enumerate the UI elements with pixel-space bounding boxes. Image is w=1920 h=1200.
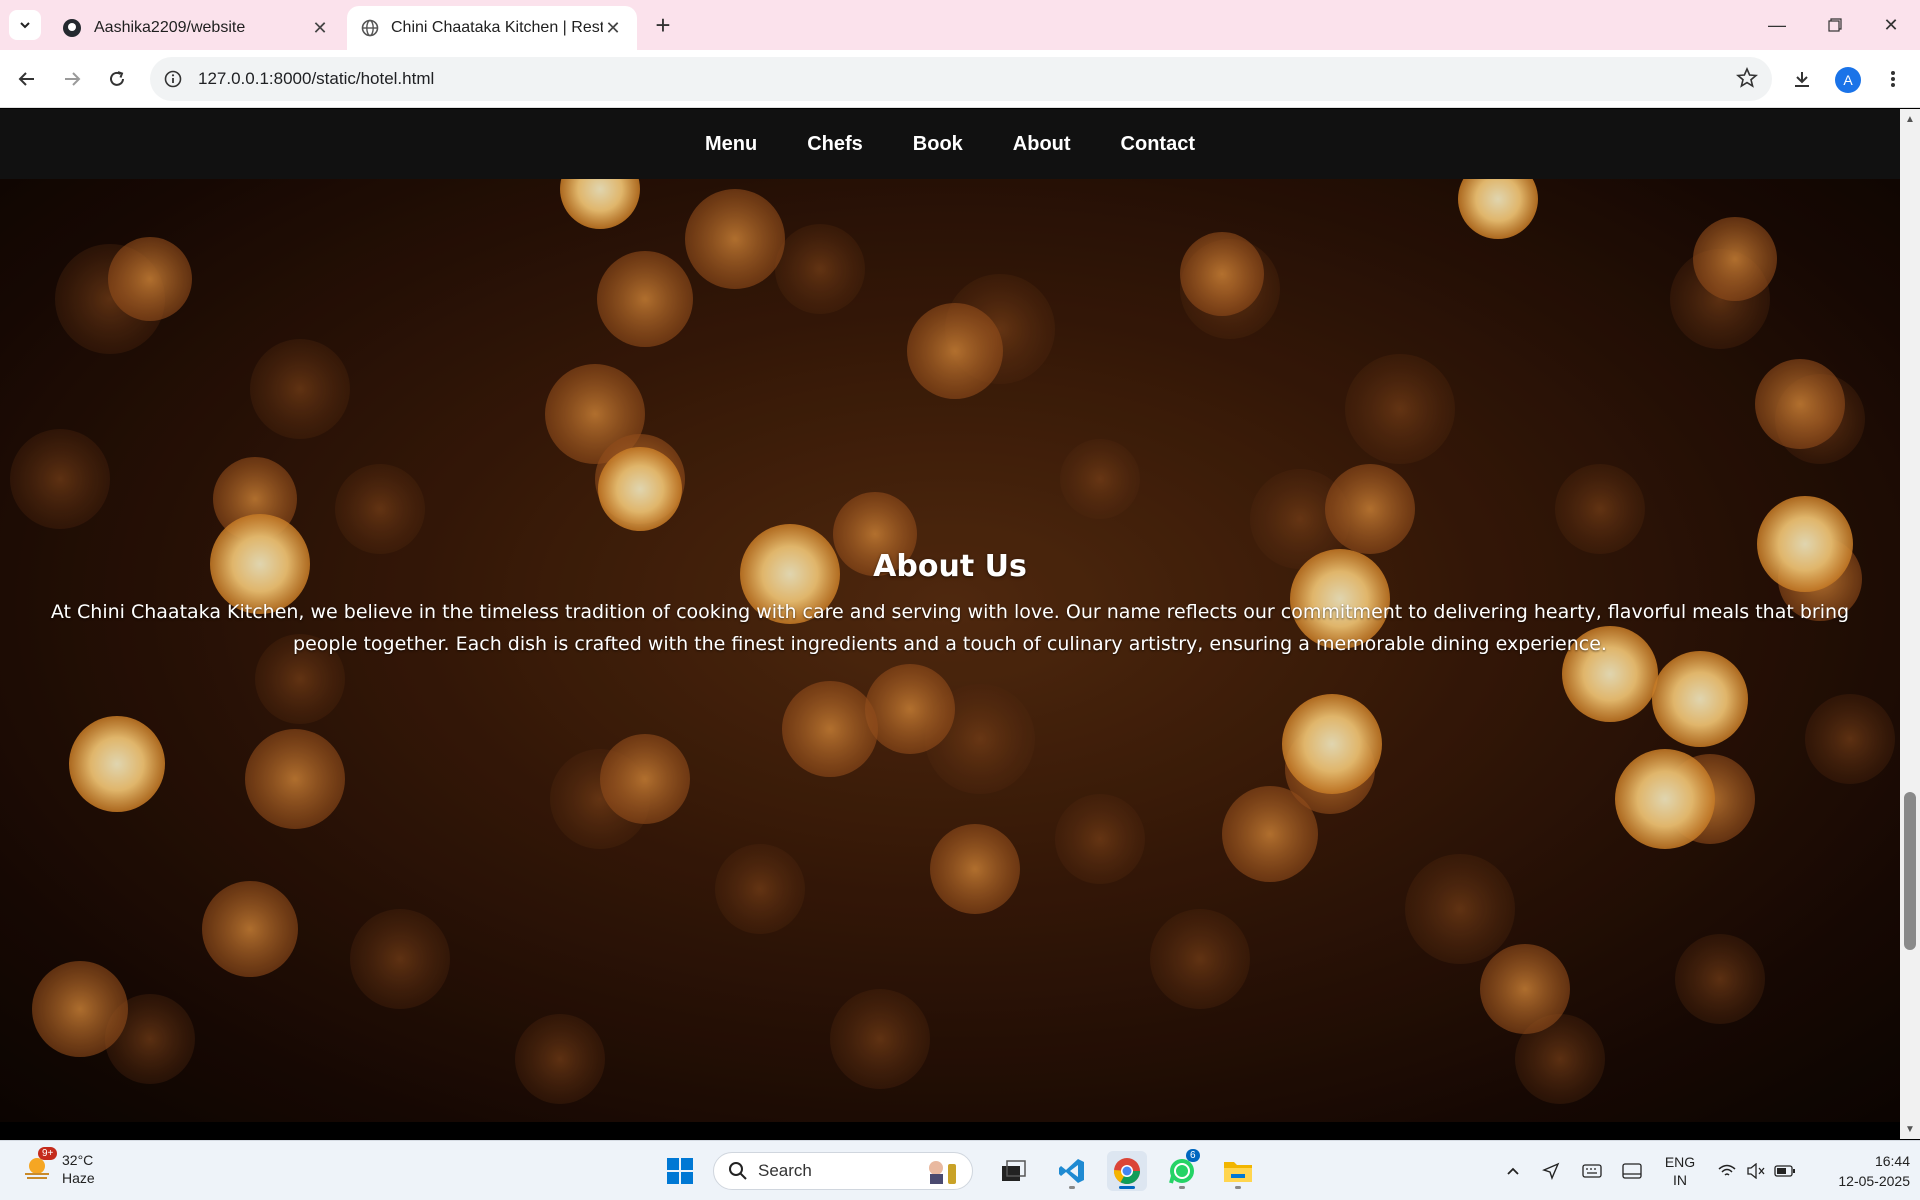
volume-tray-icon[interactable] bbox=[1744, 1141, 1768, 1200]
taskbar-search[interactable]: Search bbox=[713, 1152, 973, 1190]
site-info-icon[interactable] bbox=[162, 68, 184, 90]
windows-logo-icon bbox=[667, 1158, 693, 1184]
arrow-left-icon bbox=[18, 72, 34, 86]
restore-button[interactable] bbox=[1806, 0, 1864, 50]
nav-link-chefs[interactable]: Chefs bbox=[782, 133, 888, 156]
chrome-icon bbox=[1113, 1158, 1141, 1185]
tab-title: Aashika2209/website bbox=[94, 19, 246, 36]
clock-time: 16:44 bbox=[1874, 1153, 1910, 1169]
volume-muted-icon bbox=[1747, 1163, 1765, 1179]
tablet-icon bbox=[1622, 1163, 1642, 1179]
new-tab-button[interactable]: + bbox=[650, 10, 676, 40]
arrow-right-icon bbox=[65, 72, 81, 86]
nav-link-menu[interactable]: Menu bbox=[680, 133, 782, 156]
file-explorer-taskbar-button[interactable] bbox=[1218, 1151, 1258, 1191]
more-vertical-icon bbox=[1891, 71, 1895, 87]
location-tray-icon[interactable] bbox=[1538, 1141, 1564, 1200]
menu-button[interactable] bbox=[1876, 62, 1910, 96]
restore-icon bbox=[1828, 18, 1842, 32]
about-paragraph: At Chini Chaataka Kitchen, we believe in… bbox=[50, 601, 1850, 655]
forward-button[interactable] bbox=[55, 62, 89, 96]
taskbar-clock[interactable]: 16:44 12-05-2025 bbox=[1815, 1151, 1910, 1191]
chevron-up-icon bbox=[1507, 1167, 1519, 1175]
vscode-icon bbox=[1059, 1159, 1084, 1183]
language-indicator[interactable]: ENG IN bbox=[1658, 1141, 1702, 1200]
close-icon[interactable]: ✕ bbox=[603, 18, 623, 38]
close-window-button[interactable]: ✕ bbox=[1862, 0, 1920, 50]
whatsapp-taskbar-button[interactable]: 6 bbox=[1162, 1149, 1202, 1191]
about-title: About Us bbox=[873, 549, 1027, 584]
close-icon[interactable]: ✕ bbox=[310, 18, 330, 38]
tab-hotel[interactable]: Chini Chaataka Kitchen | Restau ✕ bbox=[347, 6, 637, 50]
notification-badge: 9+ bbox=[38, 1147, 58, 1160]
start-button[interactable] bbox=[660, 1151, 700, 1191]
battery-icon bbox=[1774, 1165, 1795, 1177]
about-content: About Us At Chini Chaataka Kitchen, we b… bbox=[0, 549, 1900, 660]
about-section: About Us At Chini Chaataka Kitchen, we b… bbox=[0, 179, 1900, 1122]
browser-tab-bar: Aashika2209/website ✕ Chini Chaataka Kit… bbox=[0, 0, 1920, 50]
downloads-button[interactable] bbox=[1785, 62, 1819, 96]
weather-condition: Haze bbox=[62, 1170, 95, 1186]
bookmark-star-icon[interactable] bbox=[1736, 67, 1758, 89]
nav-link-book[interactable]: Book bbox=[888, 133, 988, 156]
search-label: Search bbox=[758, 1161, 812, 1180]
folder-icon bbox=[1224, 1162, 1252, 1182]
tray-overflow-button[interactable] bbox=[1500, 1141, 1526, 1200]
language-code: ENG bbox=[1664, 1154, 1696, 1170]
windows-taskbar: 9+ 32°C Haze Search 6 ENG IN 16:44 12-05… bbox=[0, 1140, 1920, 1200]
task-view-button[interactable] bbox=[994, 1151, 1034, 1191]
vscode-taskbar-button[interactable] bbox=[1052, 1151, 1092, 1191]
page-viewport: Menu Chefs Book About Contact About Us A… bbox=[0, 109, 1900, 1122]
nav-link-about[interactable]: About bbox=[988, 133, 1096, 156]
wifi-icon bbox=[1718, 1164, 1736, 1176]
keyboard-icon bbox=[1582, 1164, 1602, 1178]
whatsapp-badge: 6 bbox=[1186, 1149, 1200, 1162]
location-arrow-icon bbox=[1542, 1162, 1560, 1180]
nav-link-contact[interactable]: Contact bbox=[1096, 133, 1220, 156]
download-icon bbox=[1795, 72, 1809, 87]
browser-toolbar: 127.0.0.1:8000/static/hotel.html bbox=[0, 50, 1920, 108]
reload-button[interactable] bbox=[100, 62, 134, 96]
chrome-taskbar-button[interactable] bbox=[1107, 1151, 1147, 1191]
language-region: IN bbox=[1673, 1172, 1687, 1188]
tab-github[interactable]: Aashika2209/website ✕ bbox=[48, 6, 344, 50]
battery-tray-icon[interactable] bbox=[1772, 1141, 1798, 1200]
scroll-down-icon[interactable]: ▼ bbox=[1904, 1123, 1916, 1135]
reload-icon bbox=[110, 71, 124, 86]
url-text[interactable]: 127.0.0.1:8000/static/hotel.html bbox=[198, 69, 434, 89]
keyboard-tray-icon[interactable] bbox=[1578, 1141, 1606, 1200]
scrollbar-thumb[interactable] bbox=[1904, 792, 1916, 950]
tab-search-button[interactable] bbox=[9, 10, 41, 40]
back-button[interactable] bbox=[10, 62, 44, 96]
address-bar[interactable]: 127.0.0.1:8000/static/hotel.html bbox=[150, 57, 1772, 101]
clock-date: 12-05-2025 bbox=[1838, 1173, 1910, 1189]
weather-temperature: 32°C bbox=[62, 1152, 94, 1168]
search-highlight-icon bbox=[929, 1161, 956, 1184]
weather-widget[interactable]: 9+ 32°C Haze bbox=[22, 1147, 95, 1187]
task-view-icon bbox=[1002, 1160, 1026, 1181]
scroll-up-icon[interactable]: ▲ bbox=[1904, 113, 1916, 125]
wifi-tray-icon[interactable] bbox=[1715, 1141, 1739, 1200]
globe-icon bbox=[361, 19, 379, 37]
github-icon bbox=[63, 19, 81, 37]
page-scrollbar[interactable]: ▲ ▼ bbox=[1900, 109, 1920, 1139]
search-icon bbox=[729, 1162, 747, 1180]
minimize-button[interactable]: — bbox=[1748, 0, 1806, 50]
site-navigation: Menu Chefs Book About Contact bbox=[0, 109, 1900, 179]
chevron-down-icon bbox=[20, 22, 30, 29]
profile-avatar[interactable]: A bbox=[1835, 67, 1861, 93]
tablet-tray-icon[interactable] bbox=[1618, 1141, 1646, 1200]
tab-title: Chini Chaataka Kitchen | Restau bbox=[391, 19, 603, 36]
